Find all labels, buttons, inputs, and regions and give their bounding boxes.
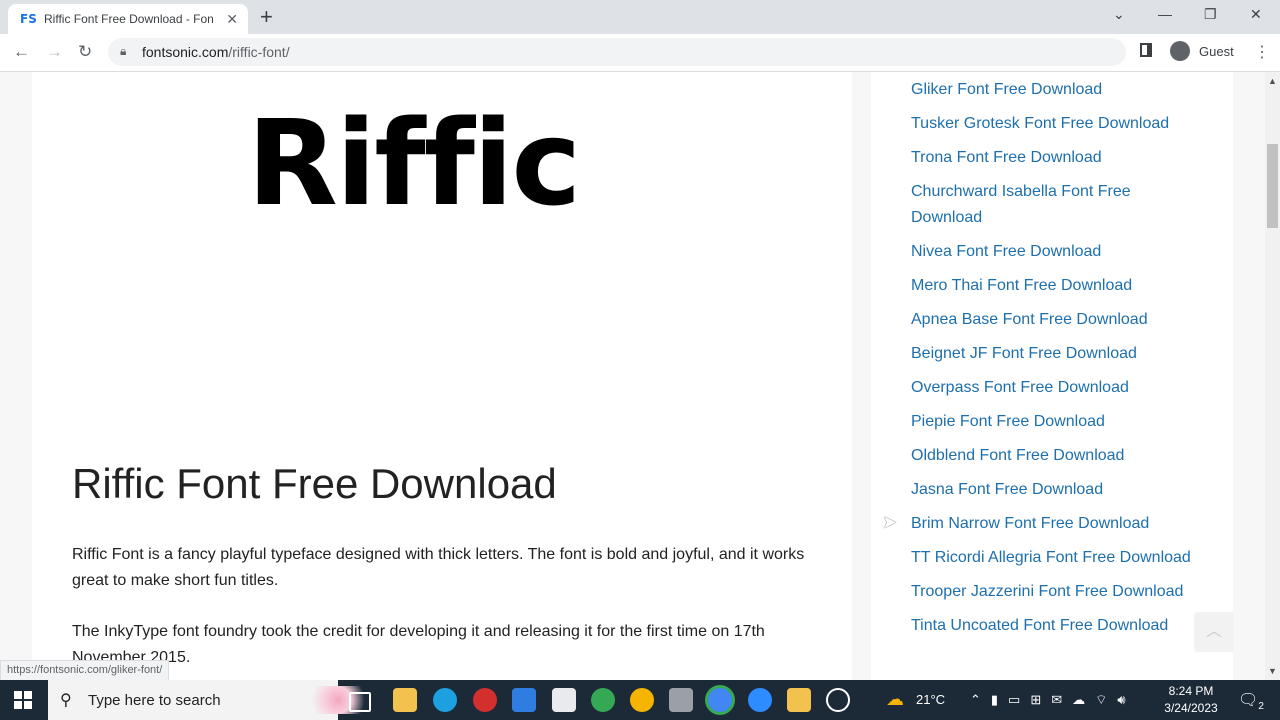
sidebar-link[interactable]: TT Ricordi Allegria Font Free Download <box>911 545 1191 571</box>
back-icon[interactable]: ← <box>13 42 30 62</box>
sidebar-link[interactable]: Overpass Font Free Download <box>911 375 1191 401</box>
close-window-icon[interactable]: ✕ <box>1250 6 1262 23</box>
related-fonts-list: Gliker Font Free Download Tusker Grotesk… <box>911 77 1191 647</box>
browser-menu-icon[interactable]: ⋮ <box>1254 42 1270 62</box>
url-path: /riffic-font/ <box>228 44 290 60</box>
weather-temperature[interactable]: 21°C <box>916 692 945 707</box>
file-explorer-icon[interactable] <box>393 688 417 712</box>
chevron-up-icon: ︿ <box>1205 623 1222 640</box>
sidebar-link[interactable]: Apnea Base Font Free Download <box>911 307 1191 333</box>
chrome-active-icon[interactable] <box>708 688 732 712</box>
related-fonts-sidebar: Gliker Font Free Download Tusker Grotesk… <box>871 72 1233 680</box>
weather-icon[interactable]: ☁ <box>886 689 904 710</box>
tab-title: Riffic Font Free Download - Font <box>44 12 214 26</box>
browser-tab[interactable]: FS Riffic Font Free Download - Font ✕ <box>8 4 248 34</box>
link-preview-status: https://fontsonic.com/gliker-font/ <box>0 660 170 680</box>
new-tab-icon[interactable]: + <box>260 4 273 30</box>
sidebar-link[interactable]: Nivea Font Free Download <box>911 239 1191 265</box>
scroll-up-arrow-icon[interactable]: ▲ <box>1268 76 1277 86</box>
mail-icon[interactable] <box>512 688 536 712</box>
riffic-logo-image: Riffic <box>247 94 581 232</box>
lock-icon[interactable]: 🔒︎ <box>120 44 126 59</box>
profile-avatar-icon[interactable] <box>1170 41 1190 61</box>
web-page: Riffic Riffic Font Free Download Riffic … <box>0 72 1265 680</box>
article-paragraph: Riffic Font is a fancy playful typeface … <box>72 546 805 589</box>
sidebar-link[interactable]: Gliker Font Free Download <box>911 77 1191 103</box>
windows-start-icon[interactable] <box>14 691 32 709</box>
mouse-cursor-icon: ➤ <box>882 512 898 532</box>
sidebar-link[interactable]: Tusker Grotesk Font Free Download <box>911 111 1191 137</box>
sidebar-link[interactable]: Jasna Font Free Download <box>911 477 1191 503</box>
forward-icon[interactable]: → <box>46 42 63 62</box>
zoom-app-icon[interactable] <box>748 688 772 712</box>
tab-search-icon[interactable]: ⌄ <box>1113 6 1125 23</box>
reload-icon[interactable]: ↻ <box>78 42 92 62</box>
close-tab-icon[interactable]: ✕ <box>226 11 238 28</box>
clock-time: 8:24 PM <box>1168 684 1214 698</box>
profile-label[interactable]: Guest <box>1199 44 1234 59</box>
system-tray-icons[interactable]: ⌃▮▭⊞✉☁⌔🔊︎ <box>970 692 1136 708</box>
clock-date: 3/24/2023 <box>1164 701 1218 715</box>
tab-strip: FS Riffic Font Free Download - Font ✕ + … <box>0 0 1280 34</box>
url-host: fontsonic.com <box>142 44 229 60</box>
notification-count: 2 <box>1258 701 1264 713</box>
search-icon: ⚲ <box>60 692 72 709</box>
sidebar-link[interactable]: Brim Narrow Font Free Download <box>911 511 1191 537</box>
media-player-icon[interactable] <box>826 688 850 712</box>
browser-toolbar: ← → ↻ 🔒︎ fontsonic.com/riffic-font/ Gues… <box>0 34 1280 72</box>
chrome-app-icon[interactable] <box>591 688 615 712</box>
restore-icon[interactable]: ❐ <box>1204 6 1217 23</box>
favicon: FS <box>20 12 37 26</box>
taskbar-clock[interactable]: 8:24 PM 3/24/2023 <box>1156 683 1226 717</box>
taskbar-search-box[interactable]: ⚲ Type here to search <box>48 680 380 720</box>
url-text[interactable]: fontsonic.com/riffic-font/ <box>142 44 290 60</box>
search-tool-icon[interactable] <box>669 688 693 712</box>
search-placeholder: Type here to search <box>88 692 221 709</box>
vertical-scrollbar[interactable]: ▲ ▼ <box>1265 72 1280 680</box>
sidebar-link[interactable]: Trooper Jazzerini Font Free Download <box>911 579 1191 605</box>
edge-browser-icon[interactable] <box>433 688 457 712</box>
notification-center-icon[interactable]: 🗨︎2 <box>1238 690 1264 712</box>
article-paragraph: The InkyType font foundry took the credi… <box>72 623 765 666</box>
sidebar-link[interactable]: Oldblend Font Free Download <box>911 443 1191 469</box>
sidebar-link[interactable]: Beignet JF Font Free Download <box>911 341 1191 367</box>
opera-browser-icon[interactable] <box>473 688 497 712</box>
scrollbar-thumb[interactable] <box>1267 144 1278 228</box>
microsoft-store-icon[interactable] <box>552 688 576 712</box>
task-view-icon[interactable] <box>349 692 371 712</box>
sidebar-link[interactable]: Tinta Uncoated Font Free Download <box>911 613 1191 639</box>
address-bar[interactable]: 🔒︎ fontsonic.com/riffic-font/ <box>108 38 1126 66</box>
chrome-canary-icon[interactable] <box>630 688 654 712</box>
sidebar-link[interactable]: Trona Font Free Download <box>911 145 1191 171</box>
scroll-to-top-button[interactable]: ︿ <box>1194 612 1234 652</box>
sidebar-link[interactable]: Mero Thai Font Free Download <box>911 273 1191 299</box>
side-panel-icon[interactable] <box>1140 43 1152 57</box>
sidebar-link[interactable]: Churchward Isabella Font Free Download <box>911 179 1191 230</box>
sidebar-link[interactable]: Piepie Font Free Download <box>911 409 1191 435</box>
article: Riffic Riffic Font Free Download Riffic … <box>32 72 852 680</box>
page-title: Riffic Font Free Download <box>72 460 557 507</box>
windows-taskbar: ⚲ Type here to search ☁ 21°C ⌃▮▭⊞✉☁⌔🔊︎ 8… <box>0 680 1280 720</box>
files-app-icon[interactable] <box>787 688 811 712</box>
scroll-down-arrow-icon[interactable]: ▼ <box>1268 666 1277 676</box>
minimize-icon[interactable]: — <box>1158 6 1172 22</box>
